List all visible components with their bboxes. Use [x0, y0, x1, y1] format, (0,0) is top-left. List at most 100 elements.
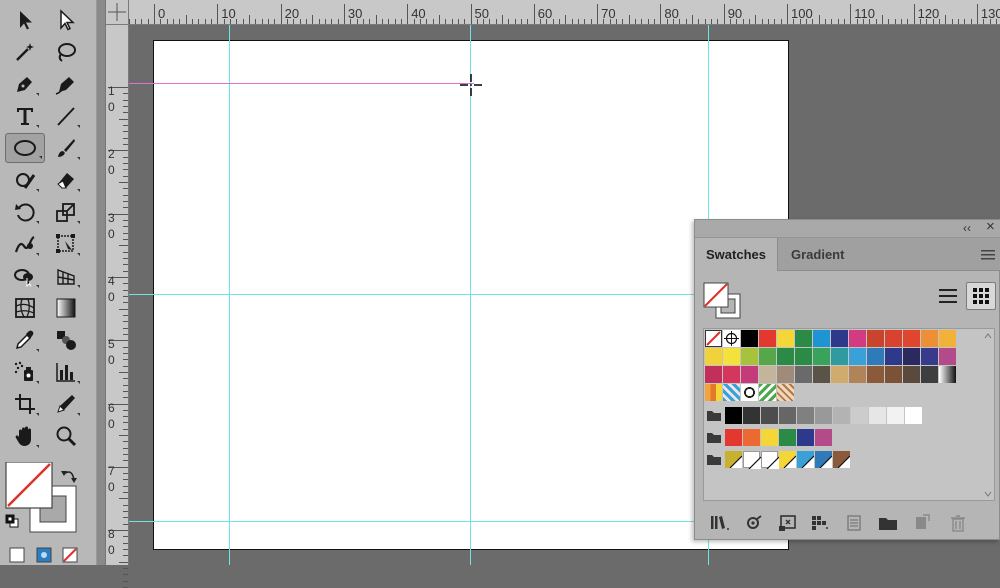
swatch-color[interactable] — [777, 348, 794, 365]
swatch-color[interactable] — [831, 330, 848, 347]
swatch-color[interactable] — [777, 366, 794, 383]
swatch-color[interactable] — [921, 366, 938, 383]
pen-tool-icon[interactable] — [9, 69, 41, 99]
swatch-color[interactable] — [813, 330, 830, 347]
slice-tool-icon[interactable] — [50, 389, 82, 419]
horizontal-ruler[interactable]: 0 10 20 30 40 50 60 70 80 90 100 110 120 130 — [106, 0, 1000, 25]
color-group-folder-icon[interactable] — [705, 451, 723, 468]
swatch-color[interactable] — [743, 451, 761, 469]
type-tool-icon[interactable] — [9, 101, 41, 131]
swatch-options-icon[interactable] — [777, 514, 799, 532]
swatch-color[interactable] — [705, 348, 722, 365]
swatch-pattern[interactable] — [741, 384, 758, 401]
swatch-color[interactable] — [759, 348, 776, 365]
swatch-color[interactable] — [903, 366, 920, 383]
symbol-sprayer-tool-icon[interactable] — [9, 357, 41, 387]
close-panel-button[interactable]: × — [986, 219, 995, 234]
swatch-color[interactable] — [867, 366, 884, 383]
shape-builder-tool-icon[interactable] — [9, 261, 41, 291]
swatch-color[interactable] — [851, 407, 868, 424]
swatch-color[interactable] — [741, 348, 758, 365]
rotate-tool-icon[interactable] — [9, 197, 41, 227]
line-segment-tool-icon[interactable] — [50, 101, 82, 131]
hand-tool-icon[interactable] — [9, 421, 41, 451]
eraser-tool-icon[interactable] — [50, 165, 82, 195]
color-group-folder-icon[interactable] — [705, 429, 723, 446]
swatch-color[interactable] — [849, 330, 866, 347]
eyedropper-tool-icon[interactable] — [9, 325, 41, 355]
vertical-guide[interactable] — [470, 25, 471, 565]
swatch-color[interactable] — [779, 451, 796, 468]
swatch-color[interactable] — [725, 451, 742, 468]
direct-selection-tool-icon[interactable] — [50, 5, 82, 35]
new-swatch-icon[interactable] — [911, 514, 933, 532]
swatch-color[interactable] — [759, 366, 776, 383]
tab-gradient[interactable]: Gradient — [780, 238, 855, 270]
swatch-color[interactable] — [723, 348, 740, 365]
ellipse-tool-icon[interactable] — [5, 133, 45, 163]
delete-swatch-icon[interactable] — [947, 514, 969, 532]
swatch-color[interactable] — [903, 330, 920, 347]
swatch-gradient[interactable] — [939, 366, 956, 383]
swatch-color[interactable] — [921, 348, 938, 365]
swatches-fill-stroke-indicator[interactable] — [703, 282, 743, 320]
swatch-color[interactable] — [833, 407, 850, 424]
tab-swatches[interactable]: Swatches — [695, 238, 778, 271]
perspective-grid-tool-icon[interactable] — [50, 261, 82, 291]
swatch-color[interactable] — [849, 348, 866, 365]
swatch-none[interactable] — [705, 330, 722, 347]
lasso-tool-icon[interactable] — [50, 37, 82, 67]
free-transform-tool-icon[interactable] — [50, 229, 82, 259]
swatch-color[interactable] — [905, 407, 922, 424]
swatch-color[interactable] — [815, 451, 832, 468]
vertical-guide[interactable] — [229, 25, 230, 565]
swatch-color[interactable] — [831, 366, 848, 383]
fill-stroke-widget[interactable] — [4, 461, 88, 538]
column-graph-tool-icon[interactable] — [50, 357, 82, 387]
swatch-libraries-menu-icon[interactable] — [709, 514, 731, 532]
swatch-color[interactable] — [795, 348, 812, 365]
swatch-color[interactable] — [761, 407, 778, 424]
swatch-color[interactable] — [921, 330, 938, 347]
swatch-color[interactable] — [743, 407, 760, 424]
panel-title-bar[interactable]: ‹‹ × — [695, 219, 1000, 238]
swatch-color[interactable] — [761, 451, 779, 469]
swatch-color[interactable] — [795, 330, 812, 347]
zoom-tool-icon[interactable] — [50, 421, 82, 451]
swatch-color[interactable] — [831, 348, 848, 365]
swatch-pattern[interactable] — [705, 384, 722, 401]
scale-tool-icon[interactable] — [50, 197, 82, 227]
curvature-tool-icon[interactable] — [50, 69, 82, 99]
warp-tool-icon[interactable] — [9, 229, 41, 259]
add-selected-artwork-icon[interactable] — [843, 514, 865, 532]
swatch-color[interactable] — [779, 429, 796, 446]
shaper-tool-icon[interactable] — [9, 165, 41, 195]
new-color-group-icon[interactable] — [809, 514, 831, 532]
swatch-registration[interactable] — [723, 330, 740, 347]
swatch-color[interactable] — [815, 429, 832, 446]
swatch-color[interactable] — [833, 451, 850, 468]
swatch-color[interactable] — [779, 407, 796, 424]
swatch-color[interactable] — [867, 330, 884, 347]
swatch-pattern[interactable] — [759, 384, 776, 401]
swatch-color[interactable] — [885, 366, 902, 383]
swatches-scrollbar[interactable] — [983, 331, 993, 499]
swatch-color[interactable] — [797, 407, 814, 424]
swatch-color[interactable] — [885, 348, 902, 365]
swatch-color[interactable] — [849, 366, 866, 383]
color-group-folder-icon[interactable] — [705, 407, 723, 424]
swatch-color[interactable] — [777, 330, 794, 347]
collapse-panel-button[interactable]: ‹‹ — [963, 221, 971, 235]
swatch-color[interactable] — [741, 330, 758, 347]
swatch-color[interactable] — [939, 330, 956, 347]
swatch-color[interactable] — [885, 330, 902, 347]
new-color-group-folder-icon[interactable] — [877, 514, 899, 532]
gradient-tool-icon[interactable] — [50, 293, 82, 323]
show-swatch-kinds-icon[interactable] — [743, 514, 765, 532]
ruler-origin[interactable] — [106, 0, 129, 25]
swatch-color[interactable] — [795, 366, 812, 383]
swatch-color[interactable] — [741, 366, 758, 383]
list-view-icon[interactable] — [933, 282, 963, 310]
swatch-color[interactable] — [813, 366, 830, 383]
swatch-color[interactable] — [869, 407, 886, 424]
